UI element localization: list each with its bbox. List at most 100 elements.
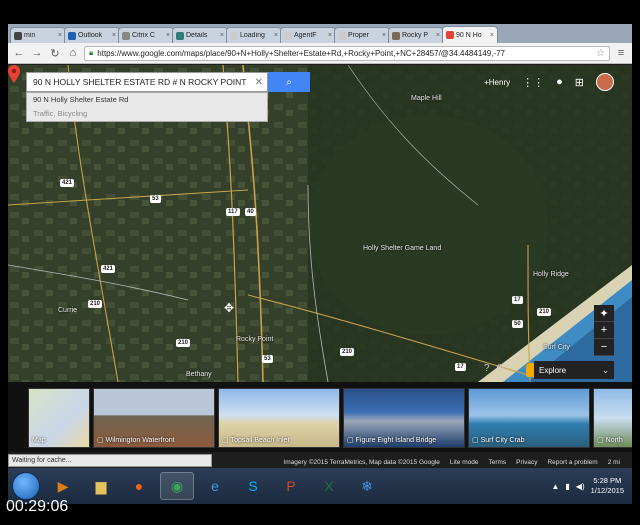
tab-title: Details — [186, 32, 208, 39]
thumbnail-caption: Map — [32, 437, 46, 444]
close-tab-icon[interactable]: × — [274, 32, 278, 39]
suggestion-item[interactable]: Traffic, Bicycling — [27, 107, 267, 121]
explore-label: Explore — [539, 365, 567, 375]
browser-tab[interactable]: Citrix C × — [118, 27, 174, 43]
page-icon — [284, 31, 292, 40]
back-icon[interactable]: ← — [12, 46, 26, 60]
snowflake-app-icon: ❄ — [361, 477, 373, 494]
close-tab-icon[interactable]: × — [490, 32, 494, 39]
network-icon[interactable]: ▮ — [565, 482, 569, 491]
route-shield: 210 — [88, 300, 103, 308]
taskbar-button[interactable]: ● — [122, 472, 156, 500]
help-icon[interactable]: ? — [484, 363, 490, 374]
search-input[interactable]: 90 N HOLLY SHELTER ESTATE RD # N ROCKY P… — [26, 72, 268, 92]
browser-tab[interactable]: 90 N Ho × — [442, 26, 498, 43]
close-tab-icon[interactable]: × — [436, 32, 440, 39]
map-label: Holly Shelter Game Land — [363, 245, 442, 252]
bookmark-star-icon[interactable]: ☆ — [596, 48, 605, 59]
settings-gear-icon[interactable]: ⚙ — [496, 363, 505, 374]
taskbar-button[interactable]: ▆ — [84, 472, 118, 500]
explore-toggle[interactable]: Explore ⌄ — [534, 361, 614, 379]
close-tab-icon[interactable]: × — [382, 32, 386, 39]
bookmark-icon — [14, 31, 22, 40]
forward-icon[interactable]: → — [30, 46, 44, 60]
zoom-controls: ✦ + − — [594, 305, 614, 356]
browser-tab[interactable]: Rocky P × — [388, 27, 444, 43]
photo-thumbnail[interactable]: ▢ North — [593, 388, 632, 448]
taskbar-button[interactable]: ▶ — [46, 472, 80, 500]
taskbar-button[interactable]: ◉ — [160, 472, 194, 500]
browser-tab[interactable]: min × — [10, 27, 66, 43]
tab-title: 90 N Ho — [456, 31, 482, 39]
close-tab-icon[interactable]: × — [220, 32, 224, 39]
start-button[interactable] — [12, 472, 40, 500]
taskbar-button[interactable]: e — [198, 472, 232, 500]
system-tray: ▲ ▮ ◀) 5:28 PM 1/12/2015 — [551, 476, 632, 496]
location-pin-icon[interactable] — [8, 65, 20, 83]
taskbar-button[interactable]: P — [274, 472, 308, 500]
taskbar-button[interactable]: X — [312, 472, 346, 500]
tab-title: min — [24, 32, 36, 39]
excel-icon: X — [324, 478, 334, 494]
map-label: Maple Hill — [411, 95, 442, 102]
thumbnail-caption: North — [605, 437, 623, 444]
home-icon[interactable]: ⌂ — [66, 46, 80, 60]
close-tab-icon[interactable]: × — [166, 32, 170, 39]
browser-tab[interactable]: AgentF × — [280, 27, 336, 43]
avatar[interactable] — [596, 73, 614, 91]
clear-search-icon[interactable]: ✕ — [255, 77, 263, 88]
browser-toolbar: ← → ↻ ⌂ 🔒︎ https://www.google.com/maps/p… — [8, 43, 632, 64]
move-cursor-icon: ✥ — [224, 301, 235, 315]
search-icon: ⌕ — [286, 76, 292, 88]
notifications-icon[interactable]: ● — [556, 76, 563, 88]
browser-tab[interactable]: Outlook × — [64, 27, 120, 43]
photo-thumbnail[interactable]: ▢ Figure Eight Island Bridge — [343, 388, 465, 448]
map-label: Rocky Point — [236, 336, 274, 343]
terms-link[interactable]: Terms — [488, 459, 506, 466]
details-icon — [176, 31, 184, 40]
taskbar-button[interactable]: S — [236, 472, 270, 500]
close-tab-icon[interactable]: × — [58, 32, 62, 39]
close-tab-icon[interactable]: × — [112, 32, 116, 39]
clock[interactable]: 5:28 PM 1/12/2015 — [591, 476, 624, 496]
search-query: 90 N HOLLY SHELTER ESTATE RD # N ROCKY P… — [33, 77, 247, 87]
menu-icon[interactable]: ≡ — [614, 46, 628, 60]
photo-thumbnail[interactable]: ▢ Topsail Beach Inlet — [218, 388, 340, 448]
lite-mode-link[interactable]: Lite mode — [450, 459, 479, 466]
photo-thumbnail[interactable]: ▢ Surf City Crab — [468, 388, 590, 448]
tray-arrow-icon[interactable]: ▲ — [551, 482, 559, 491]
account-bar: +Henry ⋮⋮ ● ⊞ — [484, 73, 614, 91]
reload-icon[interactable]: ↻ — [48, 46, 62, 60]
map-footer: Imagery ©2015 TerraMetrics, Map data ©20… — [8, 456, 632, 468]
browser-tab[interactable]: Details × — [172, 27, 228, 43]
browser-window: min × Outlook × Citrix C × Details × Loading × Age… — [8, 24, 632, 504]
search-button[interactable]: ⌕ — [268, 72, 310, 92]
chevron-down-icon: ⌄ — [602, 365, 609, 375]
privacy-link[interactable]: Privacy — [516, 459, 537, 466]
skype-icon: S — [248, 478, 258, 494]
tab-title: Proper — [348, 32, 370, 39]
map-canvas[interactable]: Maple Hill Holly Shelter Game Land Holly… — [8, 65, 632, 382]
close-tab-icon[interactable]: × — [328, 32, 332, 39]
volume-icon[interactable]: ◀) — [576, 482, 585, 491]
scale-label: 2 mi — [607, 458, 620, 466]
address-bar[interactable]: 🔒︎ https://www.google.com/maps/place/90+… — [84, 45, 610, 61]
zoom-out-button[interactable]: − — [594, 339, 614, 356]
thumbnail-caption: Topsail Beach Inlet — [230, 437, 290, 444]
apps-grid-icon[interactable]: ⋮⋮ — [522, 76, 544, 89]
route-shield: 53 — [262, 355, 273, 363]
zoom-in-button[interactable]: + — [594, 322, 614, 339]
map-label: Currie — [58, 307, 78, 314]
taskbar-button[interactable]: ❄ — [350, 472, 384, 500]
google-plus-user-link[interactable]: +Henry — [484, 78, 510, 87]
report-problem-link[interactable]: Report a problem — [547, 459, 597, 466]
photo-thumbnail[interactable]: ▢ Wilmington Waterfront — [93, 388, 215, 448]
suggestion-item[interactable]: 90 N Holly Shelter Estate Rd — [27, 93, 267, 107]
thumbnail-label: ▢ Figure Eight Island Bridge — [347, 436, 436, 444]
map-thumbnail[interactable]: Map — [28, 388, 90, 448]
browser-tab[interactable]: Proper × — [334, 27, 390, 43]
browser-tab[interactable]: Loading × — [226, 27, 282, 43]
lock-icon: 🔒︎ — [89, 48, 94, 57]
share-plus-icon[interactable]: ⊞ — [575, 76, 584, 89]
compass-icon[interactable]: ✦ — [594, 305, 614, 322]
